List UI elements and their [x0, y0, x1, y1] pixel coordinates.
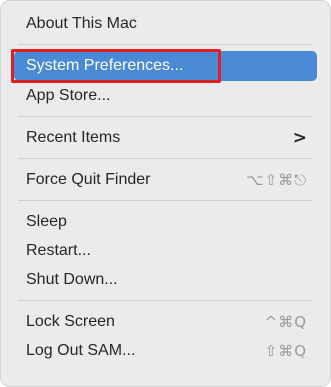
menu-separator [18, 158, 313, 159]
menu-separator [18, 116, 313, 117]
menu-item-app-store[interactable]: App Store... [14, 81, 317, 110]
apple-menu: About This Mac System Preferences... App… [0, 0, 331, 387]
menu-item-label: Restart... [26, 241, 91, 259]
menu-separator [18, 200, 313, 201]
menu-item-about-this-mac[interactable]: About This Mac [14, 9, 317, 38]
menu-item-sleep[interactable]: Sleep [14, 207, 317, 236]
chevron-right-icon: > [292, 127, 307, 148]
menu-item-label: Shut Down... [26, 270, 118, 288]
keyboard-shortcut: ^⌘Q [264, 312, 307, 331]
menu-item-system-preferences[interactable]: System Preferences... [11, 49, 317, 83]
keyboard-shortcut: ⇧⌘Q [264, 341, 307, 360]
menu-item-recent-items[interactable]: Recent Items > [14, 123, 317, 152]
keyboard-shortcut: ⌥⇧⌘⎋ [246, 170, 307, 189]
menu-item-label: Log Out SAM... [26, 341, 136, 359]
menu-item-label: Sleep [26, 212, 67, 230]
menu-item-label: About This Mac [26, 14, 137, 32]
menu-item-label: Force Quit Finder [26, 170, 151, 188]
menu-item-log-out[interactable]: Log Out SAM... ⇧⌘Q [14, 336, 317, 365]
menu-item-label: System Preferences... [26, 57, 184, 74]
menu-item-shut-down[interactable]: Shut Down... [14, 265, 317, 294]
menu-item-restart[interactable]: Restart... [14, 236, 317, 265]
menu-separator [18, 300, 313, 301]
menu-item-label: Recent Items [26, 128, 121, 146]
menu-separator [18, 44, 313, 45]
menu-item-label: App Store... [26, 86, 111, 104]
menu-item-lock-screen[interactable]: Lock Screen ^⌘Q [14, 307, 317, 336]
menu-item-label: Lock Screen [26, 312, 115, 330]
menu-item-force-quit[interactable]: Force Quit Finder ⌥⇧⌘⎋ [14, 165, 317, 194]
